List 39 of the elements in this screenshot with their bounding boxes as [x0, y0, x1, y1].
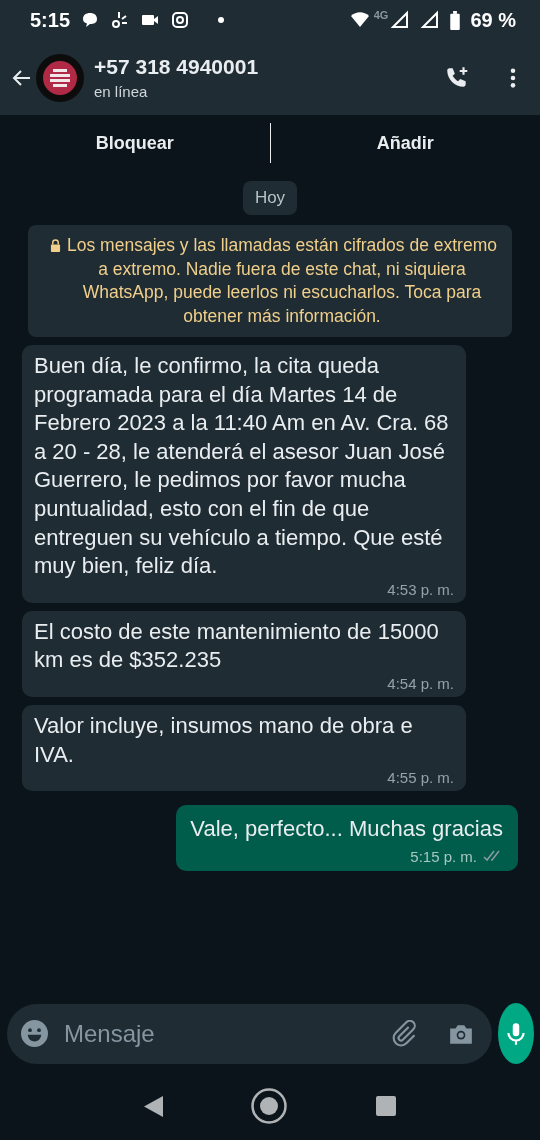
- encryption-text: Los mensajes y las llamadas están cifrados de extremo a extremo. Nadie fuera de este chat, ni siquiera WhatsApp, puede leerlos ni escucharlos. Toca para obtener más información.: [66, 234, 498, 328]
- action-button[interactable]: Bloquear: [0, 123, 270, 163]
- lock-icon: [50, 239, 61, 252]
- encryption-notice[interactable]: Los mensajes y las llamadas están cifrados de extremo a extremo. Nadie fuera de este chat, ni siquiera WhatsApp, puede leerlos ni escucharlos. Toca para obtener más información.: [28, 225, 512, 337]
- message-text: Vale, perfecto... Muchas gracias: [190, 815, 503, 844]
- signal-icon: [420, 10, 441, 30]
- avatar-logo-icon[interactable]: [36, 53, 84, 102]
- message-time: 4:54 p. m.: [387, 674, 454, 692]
- message-time: 4:53 p. m.: [387, 580, 454, 598]
- emoji-icon[interactable]: [21, 1020, 48, 1047]
- incoming-message-bubble[interactable]: [22, 345, 466, 603]
- camera-app-icon: [170, 10, 191, 30]
- action-button[interactable]: Añadir: [270, 123, 540, 163]
- incoming-message-bubble[interactable]: Valor incluye, insumos mano de obra e IVA. 4:55 p. m.: [22, 704, 466, 792]
- camera-icon[interactable]: [448, 1022, 474, 1045]
- paperclip-icon[interactable]: [390, 1019, 418, 1048]
- date-chip: Hoy: [242, 181, 298, 215]
- message-text: Valor incluye, insumos mano de obra e IVA.: [34, 711, 414, 769]
- battery-percent: 69 %: [470, 8, 516, 32]
- battery-icon: [450, 10, 461, 30]
- back-nav-icon[interactable]: [144, 1095, 164, 1117]
- network-label: 4G: [373, 9, 389, 21]
- status-time: 5:15: [30, 8, 71, 32]
- contact-status: en línea: [94, 83, 149, 100]
- message-time: 5:15 p. m.: [410, 847, 477, 865]
- contact-name[interactable]: +57 318 4940001: [94, 55, 444, 79]
- home-nav-icon[interactable]: [251, 1088, 288, 1124]
- more-options-icon[interactable]: [510, 66, 516, 89]
- message-input-field[interactable]: Mensaje: [62, 1018, 376, 1049]
- signal-icon: [390, 10, 411, 30]
- outgoing-message-bubble[interactable]: Vale, perfecto... Muchas gracias 5:15 p. m.: [176, 805, 518, 871]
- recents-nav-icon[interactable]: [375, 1096, 396, 1116]
- message-text: Buen día, le confirmo, la cita queda programada para el día Martes 14 de Febrero 2023 a la 11:40 Am en Av. Cra. 68 a 20 - 28, le atenderá el asesor Juan José Guerrero, le pedimos por favor mucha puntualidad, esto con el fin de que entreguen su vehículo a tiempo. Que esté muy bien, feliz día.: [34, 352, 450, 581]
- message-field[interactable]: Mensaje: [7, 1003, 492, 1064]
- message-text: El costo de este mantenimiento de 15000 km es de $352.235: [34, 617, 440, 675]
- dot-icon: [218, 17, 225, 23]
- message-time: 4:55 p. m.: [387, 769, 454, 787]
- incoming-message-bubble[interactable]: El costo de este mantenimiento de 15000 km es de $352.235 4:54 p. m.: [22, 610, 466, 697]
- microphone-button[interactable]: [498, 1003, 534, 1064]
